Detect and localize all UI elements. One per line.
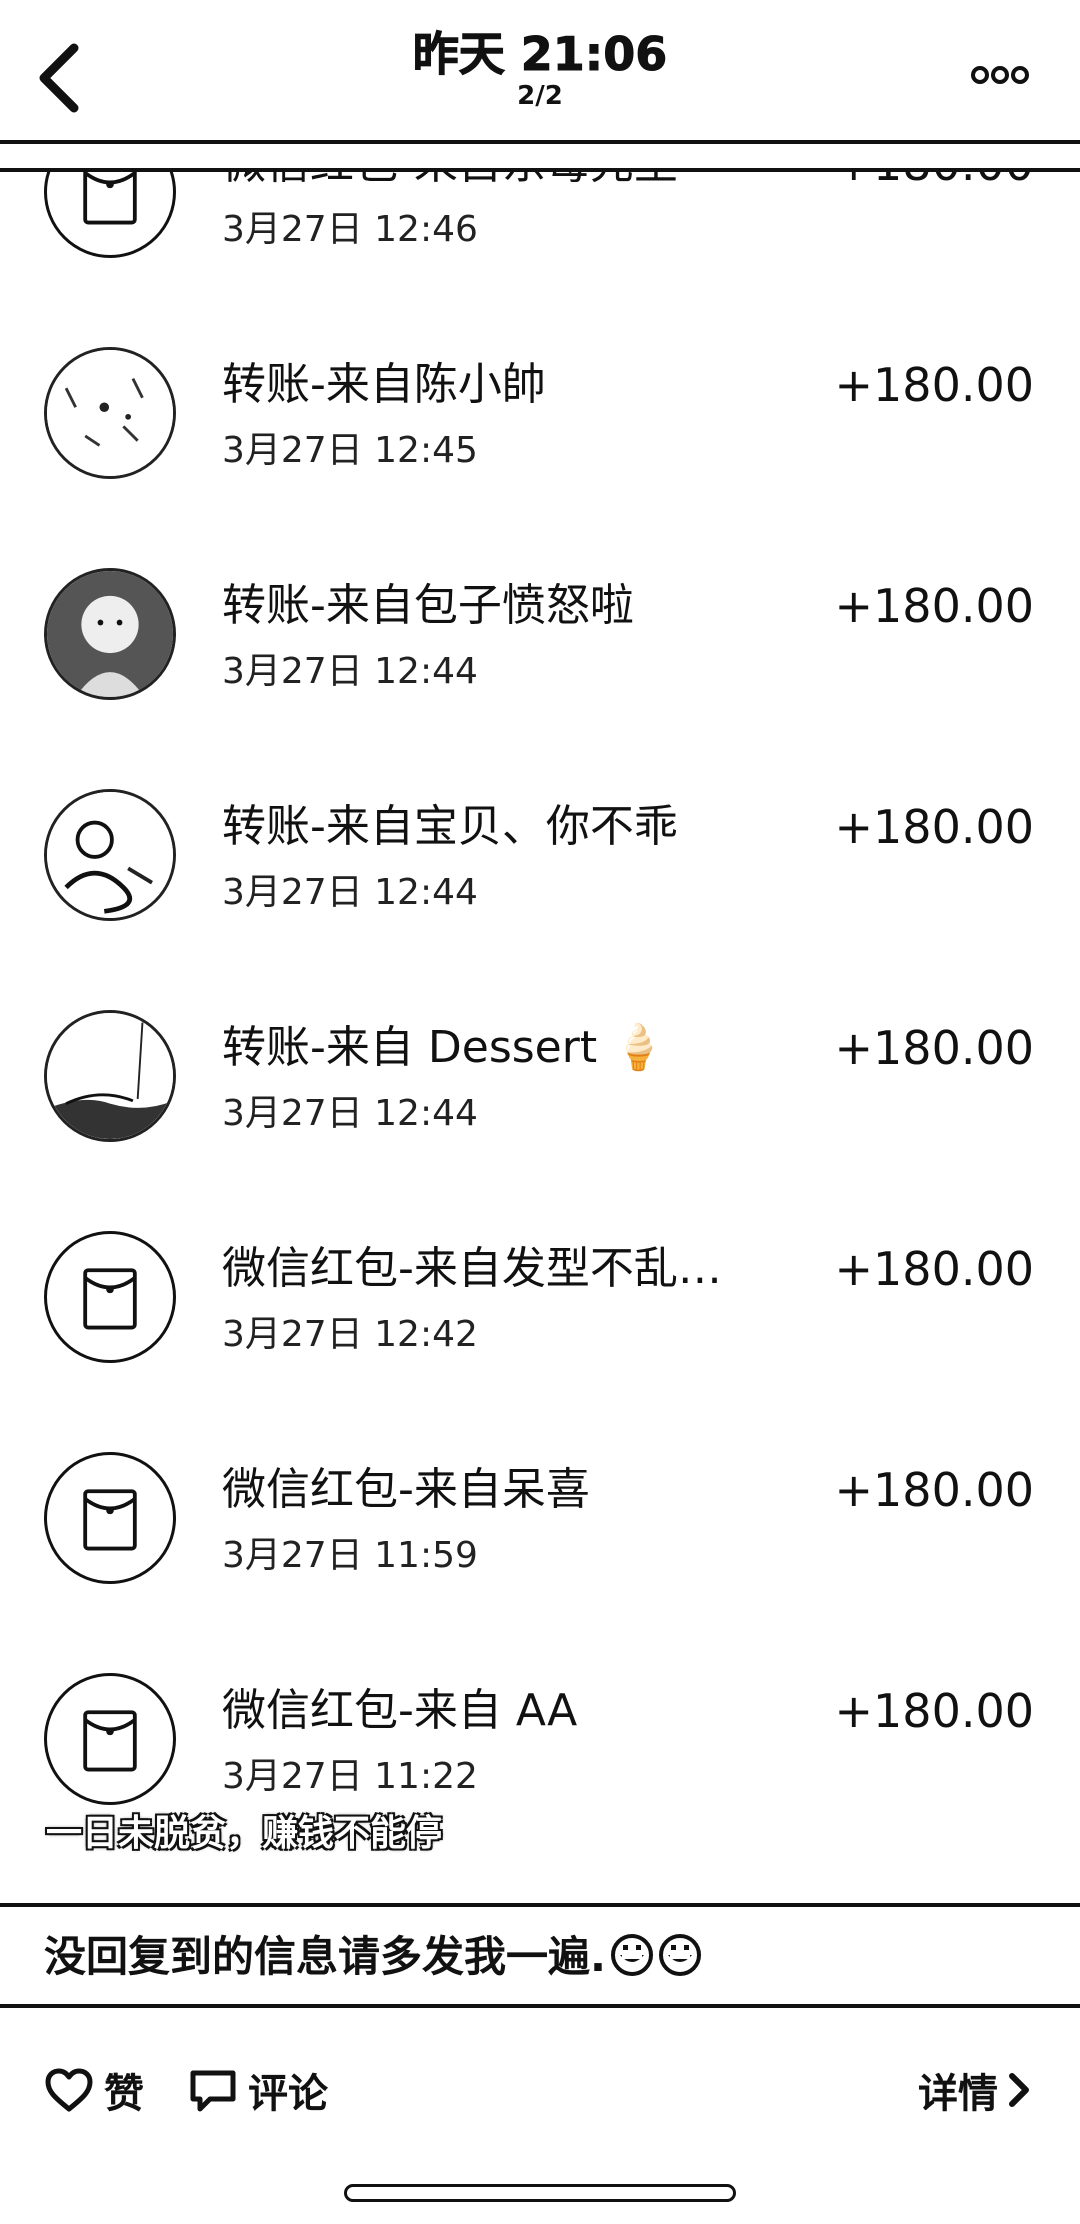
transaction-title: 转账-来自宝贝、你不乖 [222, 801, 678, 852]
comment-label: 评论 [248, 2071, 328, 2117]
home-indicator[interactable] [344, 2184, 736, 2202]
transaction-amount: +180.00 [834, 800, 1035, 854]
detail-label: 详情 [918, 2071, 998, 2117]
transaction-title: 微信红包-来自呆喜 [222, 1464, 590, 1515]
transaction-amount: +180.00 [834, 1684, 1035, 1738]
note-text: 没回复到的信息请多发我一遍. [44, 1929, 702, 1985]
transaction-title: 微信红包-来自 AA [222, 1685, 578, 1736]
comment-bubble-icon [190, 2070, 236, 2112]
transaction-row[interactable]: 微信红包-来自东每先生 3月27日 12:46 +180.00 [0, 172, 1080, 313]
transaction-time: 3月27日 12:46 [222, 209, 478, 250]
red-packet-icon [44, 172, 176, 258]
heart-icon [45, 2068, 93, 2112]
transaction-title: 微信红包-来自发型不乱… [222, 1243, 722, 1294]
detail-button[interactable]: 详情 [918, 2062, 1034, 2118]
red-packet-icon [44, 1231, 176, 1363]
transaction-amount: +180.00 [834, 579, 1035, 633]
red-packet-icon [44, 1452, 176, 1584]
transaction-amount: +180.00 [834, 358, 1035, 412]
avatar [44, 347, 176, 479]
transaction-title: 转账-来自陈小帥 [222, 359, 546, 410]
like-button[interactable]: 赞 [44, 2062, 144, 2118]
page-title: 昨天 21:06 [412, 27, 668, 82]
page-counter: 2/2 [517, 81, 563, 111]
transaction-list: 微信红包-来自东每先生 3月27日 12:46 +180.00 转账-来自陈小帥 3月2… [0, 172, 1080, 1860]
transaction-amount: +180.00 [835, 172, 1035, 192]
overlay-caption: 一日未脱贫，赚钱不能停 [46, 1813, 443, 1854]
action-bar: 赞 评论 详情 [0, 2010, 1080, 2160]
transaction-time: 3月27日 11:22 [222, 1756, 478, 1797]
transaction-time: 3月27日 12:44 [222, 872, 478, 913]
transaction-list-viewport[interactable]: 微信红包-来自东每先生 3月27日 12:46 +180.00 转账-来自陈小帥 3月2… [0, 168, 1080, 1907]
avatar [44, 568, 176, 700]
note-message: 没回复到的信息请多发我一遍. [44, 1932, 606, 1981]
red-packet-icon [44, 1673, 176, 1805]
transaction-time: 3月27日 12:44 [222, 1093, 478, 1134]
transaction-amount: +180.00 [834, 1463, 1035, 1517]
transaction-row[interactable]: 微信红包-来自发型不乱… 3月27日 12:42 +180.00 [0, 1197, 1080, 1418]
transaction-row[interactable]: 转账-来自包子愤怒啦 3月27日 12:44 +180.00 [0, 534, 1080, 755]
grinning-face-icon [658, 1934, 701, 1976]
transaction-title: 微信红包-来自东每先生 [222, 172, 782, 192]
transaction-title: 转账-来自包子愤怒啦 [222, 580, 634, 631]
transaction-title: 转账-来自 Dessert 🍦 [222, 1022, 666, 1073]
more-dots-icon [971, 66, 1029, 84]
more-button[interactable] [970, 60, 1030, 90]
transaction-amount: +180.00 [834, 1242, 1035, 1296]
note-bar: 没回复到的信息请多发我一遍. [0, 1903, 1080, 2008]
transaction-time: 3月27日 11:59 [222, 1535, 478, 1576]
title-block: 昨天 21:06 2/2 [0, 26, 1080, 111]
comment-button[interactable]: 评论 [188, 2062, 328, 2118]
transaction-row[interactable]: 转账-来自 Dessert 🍦 3月27日 12:44 +180.00 [0, 976, 1080, 1197]
transaction-amount: +180.00 [834, 1021, 1035, 1075]
transaction-row[interactable]: 转账-来自陈小帥 3月27日 12:45 +180.00 [0, 313, 1080, 534]
transaction-time: 3月27日 12:44 [222, 651, 478, 692]
top-bar: 昨天 21:06 2/2 [0, 0, 1080, 144]
avatar [44, 789, 176, 921]
avatar [44, 1010, 176, 1142]
transaction-row[interactable]: 转账-来自宝贝、你不乖 3月27日 12:44 +180.00 [0, 755, 1080, 976]
transaction-row[interactable]: 微信红包-来自呆喜 3月27日 11:59 +180.00 [0, 1418, 1080, 1639]
like-label: 赞 [104, 2071, 144, 2117]
transaction-time: 3月27日 12:45 [222, 430, 478, 471]
grinning-face-icon [610, 1934, 653, 1976]
chevron-right-icon [1009, 2073, 1029, 2107]
transaction-time: 3月27日 12:42 [222, 1314, 478, 1355]
